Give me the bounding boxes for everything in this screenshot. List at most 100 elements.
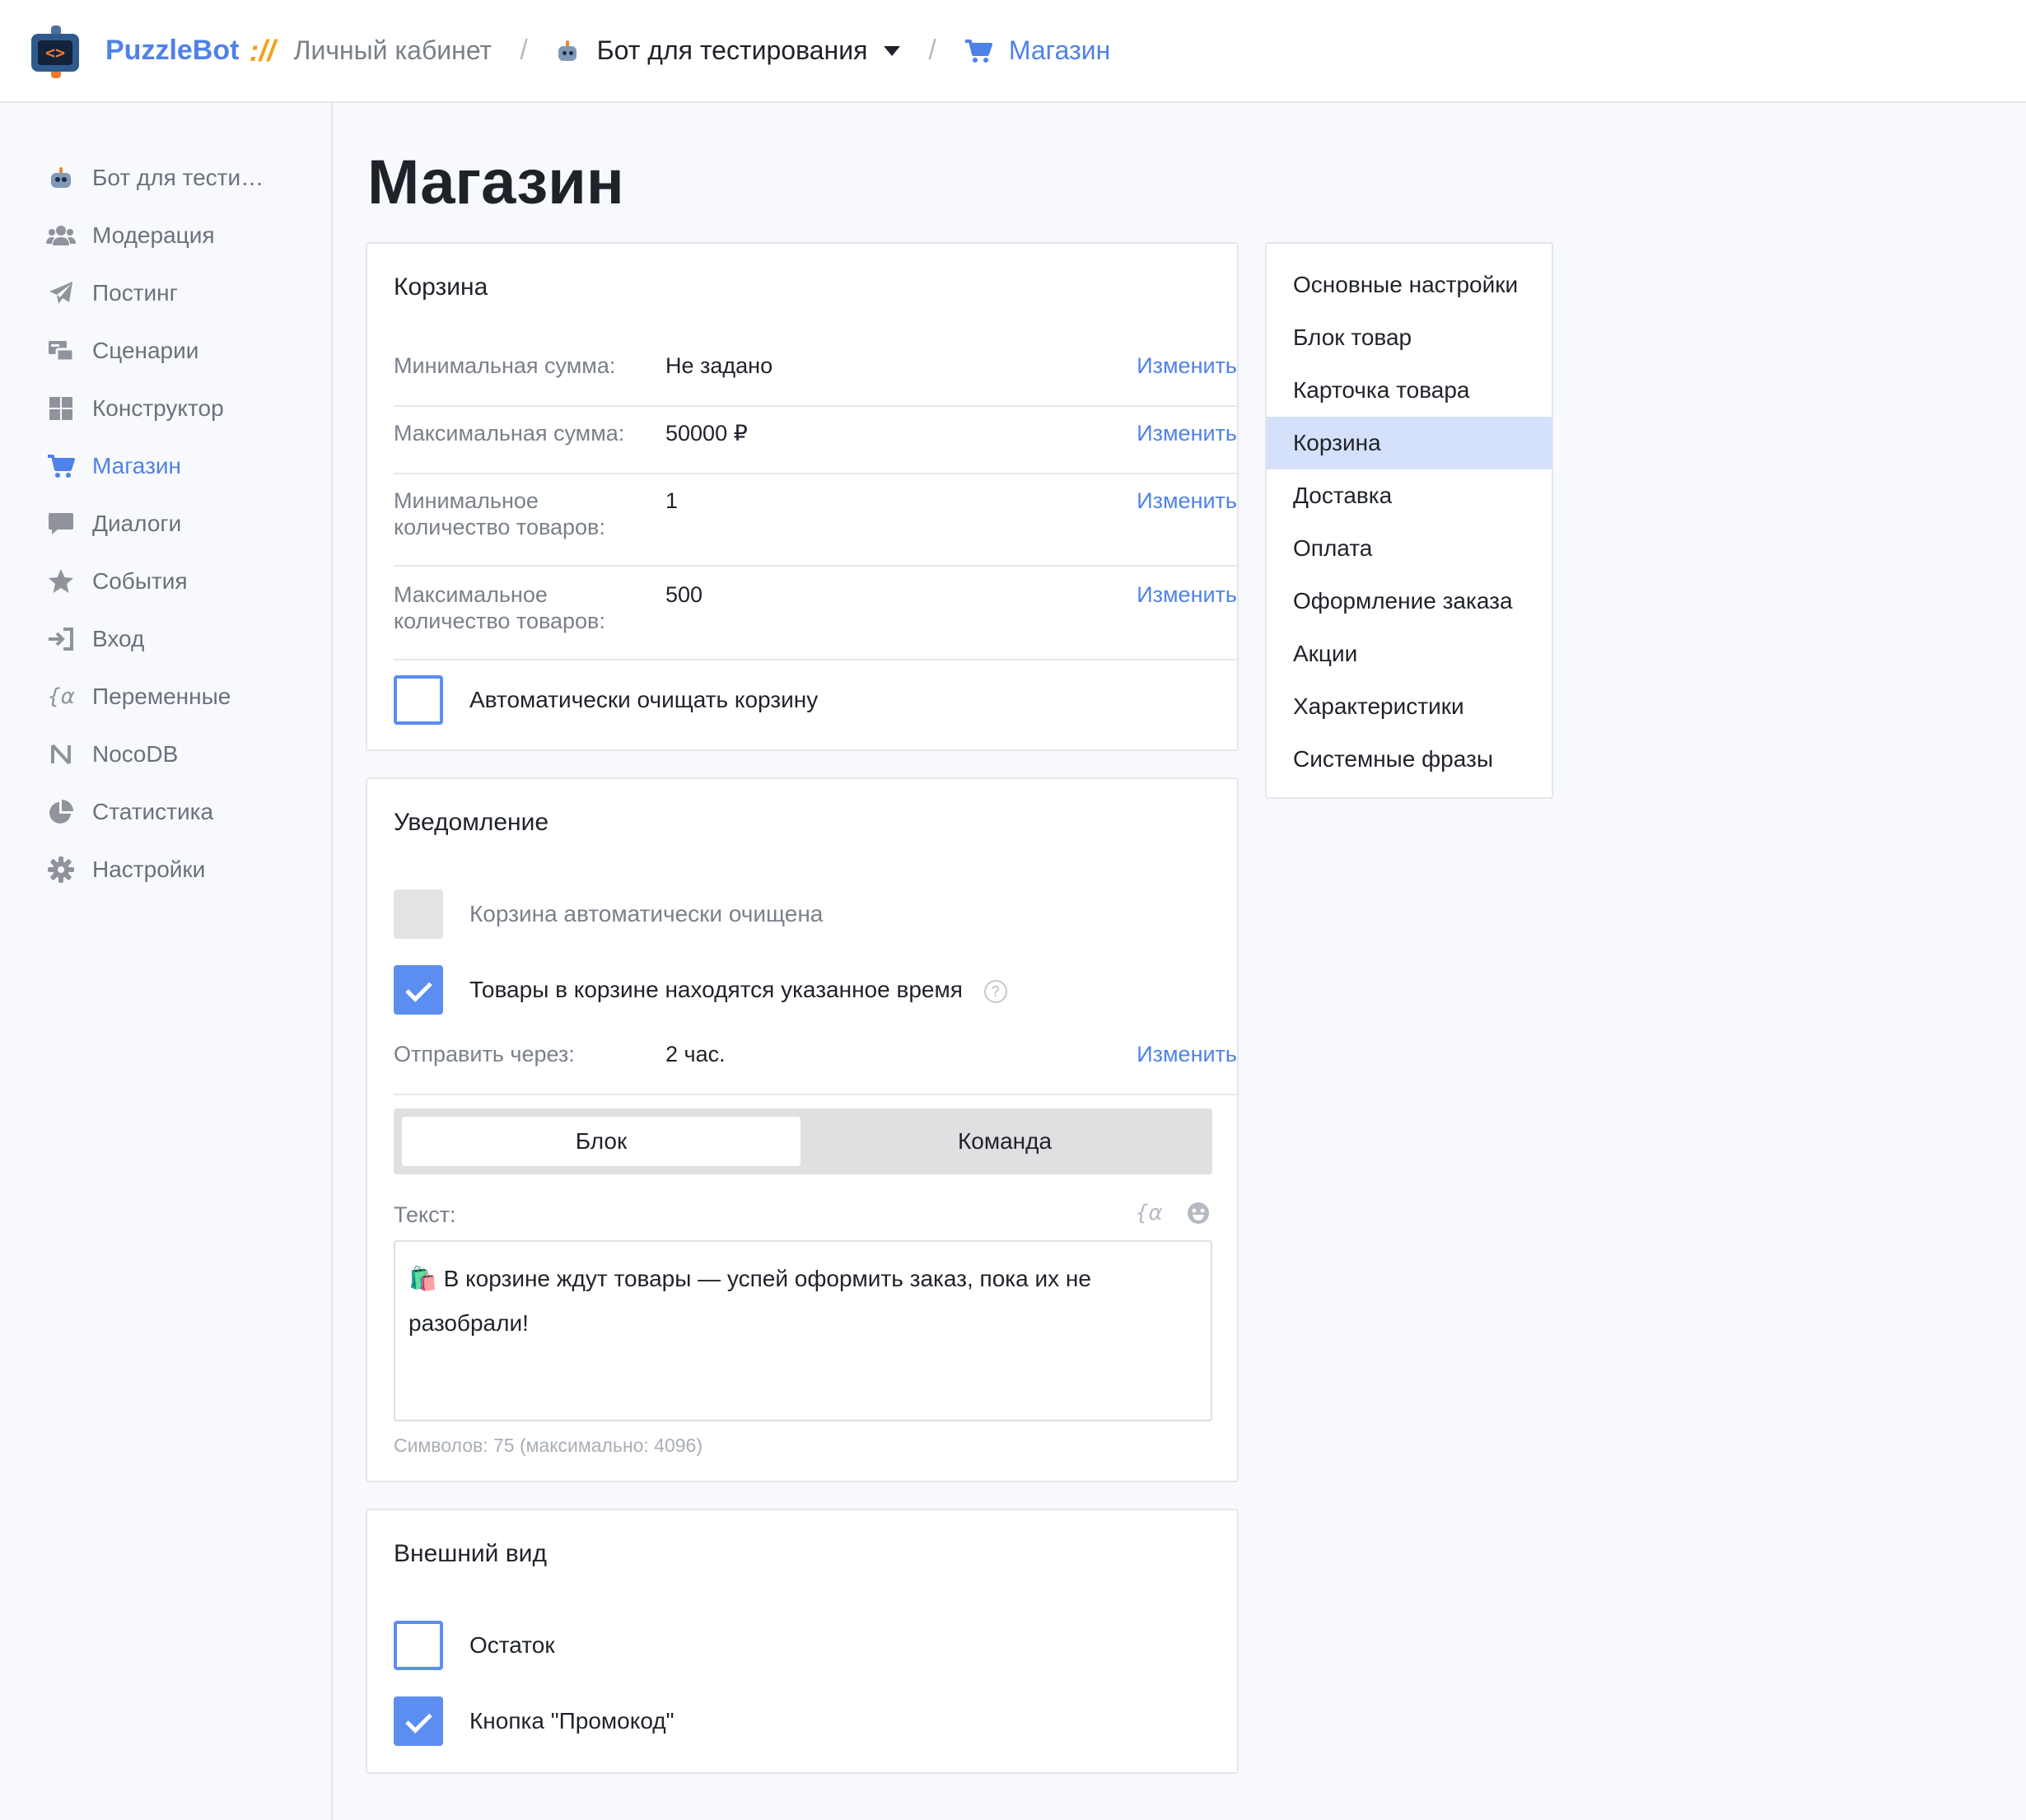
auto-clear-label: Автоматически очищать корзину bbox=[469, 687, 819, 712]
chat-icon bbox=[46, 509, 76, 539]
text-field-label: Текст: bbox=[394, 1202, 456, 1227]
breadcrumb-shop-label: Магазин bbox=[1008, 35, 1111, 65]
min-qty-edit-link[interactable]: Изменить bbox=[1137, 488, 1237, 514]
cart-cleared-checkbox bbox=[394, 889, 443, 939]
text-tools: {α bbox=[1135, 1201, 1211, 1225]
nav-item-delivery[interactable]: Доставка bbox=[1267, 469, 1552, 522]
brand-separator: :// bbox=[249, 33, 276, 68]
caret-down-icon bbox=[884, 45, 901, 56]
shop-settings-nav: Основные настройки Блок товар Карточка т… bbox=[1265, 242, 1553, 799]
pie-chart-icon bbox=[46, 797, 76, 827]
segment-command-button[interactable]: Команда bbox=[805, 1117, 1204, 1166]
top-bar: <> PuzzleBot :// Личный кабинет / Бот дл… bbox=[0, 0, 2026, 103]
sidebar-item-dialogs[interactable]: Диалоги bbox=[46, 503, 181, 544]
max-qty-edit-link[interactable]: Изменить bbox=[1137, 581, 1237, 608]
promo-button-checkbox[interactable] bbox=[394, 1696, 443, 1746]
send-after-edit-link[interactable]: Изменить bbox=[1137, 1041, 1237, 1067]
nav-item-checkout[interactable]: Оформление заказа bbox=[1267, 575, 1552, 628]
max-qty-row: Максимальное количество товаров: 500 Изм… bbox=[394, 581, 1237, 660]
sidebar-item-bot[interactable]: Бот для тести… bbox=[46, 157, 264, 198]
star-icon bbox=[46, 567, 76, 596]
block-command-toggle: Блок Команда bbox=[394, 1108, 1212, 1174]
notification-card: Уведомление Корзина автоматически очищен… bbox=[366, 777, 1239, 1482]
nav-item-product-card[interactable]: Карточка товара bbox=[1267, 364, 1552, 417]
sidebar-item-events[interactable]: События bbox=[46, 561, 188, 602]
rest-checkbox[interactable] bbox=[394, 1621, 443, 1670]
nav-item-promotions[interactable]: Акции bbox=[1267, 628, 1552, 680]
nav-item-characteristics[interactable]: Характеристики bbox=[1267, 680, 1552, 733]
max-qty-label: Максимальное количество товаров: bbox=[394, 582, 605, 633]
page-title: Магазин bbox=[367, 147, 624, 217]
sidebar-item-scenarios[interactable]: Сценарии bbox=[46, 330, 198, 371]
send-after-label: Отправить через: bbox=[394, 1042, 575, 1066]
min-qty-label: Минимальное количество товаров: bbox=[394, 488, 605, 539]
breadcrumb-divider: / bbox=[520, 35, 528, 66]
nav-item-main-settings[interactable]: Основные настройки bbox=[1267, 259, 1552, 311]
bot-icon bbox=[46, 163, 76, 193]
sidebar-item-posting[interactable]: Постинг bbox=[46, 273, 178, 314]
bot-icon bbox=[556, 40, 579, 63]
cart-cleared-label: Корзина автоматически очищена bbox=[469, 901, 824, 926]
variable-icon: {α bbox=[47, 684, 75, 709]
message-textarea[interactable]: 🛍️ В корзине ждут товары — успей оформит… bbox=[394, 1240, 1212, 1421]
puzzlebot-logo-icon[interactable]: <> bbox=[30, 25, 81, 78]
emoji-icon[interactable] bbox=[1186, 1201, 1211, 1225]
breadcrumb-cabinet[interactable]: Личный кабинет bbox=[293, 35, 492, 66]
scenarios-icon bbox=[46, 336, 76, 366]
min-sum-edit-link[interactable]: Изменить bbox=[1137, 352, 1237, 379]
cart-card-title: Корзина bbox=[394, 273, 488, 301]
message-text-line-2: разобрали! bbox=[408, 1310, 529, 1336]
promo-button-label: Кнопка "Промокод" bbox=[469, 1708, 675, 1734]
breadcrumb-divider: / bbox=[928, 35, 936, 66]
items-time-label: Товары в корзине находятся указанное вре… bbox=[469, 976, 1007, 1004]
nav-item-cart[interactable]: Корзина bbox=[1267, 417, 1552, 469]
message-text-line-1: 🛍️ В корзине ждут товары — успей оформит… bbox=[408, 1266, 1091, 1291]
items-time-checkbox[interactable] bbox=[394, 965, 443, 1015]
grid-icon bbox=[46, 394, 76, 423]
nav-item-system-phrases[interactable]: Системные фразы bbox=[1267, 733, 1552, 786]
variable-icon[interactable]: {α bbox=[1135, 1201, 1163, 1225]
max-sum-value: 50000 ₽ bbox=[665, 421, 748, 446]
send-after-value: 2 час. bbox=[665, 1042, 726, 1066]
nav-item-payment[interactable]: Оплата bbox=[1267, 522, 1552, 575]
min-sum-row: Минимальная сумма: Не задано Изменить bbox=[394, 352, 1237, 407]
max-sum-edit-link[interactable]: Изменить bbox=[1137, 420, 1237, 446]
users-icon bbox=[46, 221, 76, 250]
help-icon[interactable]: ? bbox=[983, 979, 1007, 1003]
appearance-card-title: Внешний вид bbox=[394, 1540, 547, 1567]
breadcrumb-bot-dropdown[interactable]: Бот для тестирования bbox=[556, 35, 901, 66]
cart-icon bbox=[964, 39, 992, 63]
brand-name[interactable]: PuzzleBot bbox=[105, 35, 239, 67]
sidebar-item-constructor[interactable]: Конструктор bbox=[46, 388, 224, 429]
notification-card-title: Уведомление bbox=[394, 809, 549, 836]
auto-clear-checkbox[interactable] bbox=[394, 675, 443, 725]
rest-label: Остаток bbox=[469, 1632, 555, 1658]
cart-settings-card: Корзина Минимальная сумма: Не задано Изм… bbox=[366, 242, 1239, 751]
sidebar-item-moderation[interactable]: Модерация bbox=[46, 215, 215, 256]
segment-block-button[interactable]: Блок bbox=[402, 1117, 801, 1166]
breadcrumb-bot-label: Бот для тестирования bbox=[596, 35, 868, 65]
max-qty-value: 500 bbox=[665, 582, 703, 607]
sign-in-icon bbox=[46, 624, 76, 654]
min-sum-label: Минимальная сумма: bbox=[394, 353, 616, 378]
sidebar-item-nocodb[interactable]: NocoDB bbox=[46, 734, 178, 775]
send-after-row: Отправить через: 2 час. Изменить bbox=[394, 1041, 1237, 1095]
sidebar-item-settings[interactable]: Настройки bbox=[46, 849, 205, 890]
cart-icon bbox=[46, 451, 76, 481]
max-sum-row: Максимальная сумма: 50000 ₽ Изменить bbox=[394, 420, 1237, 474]
nocodb-icon bbox=[46, 740, 76, 769]
sidebar-item-shop[interactable]: Магазин bbox=[46, 446, 181, 487]
paper-plane-icon bbox=[46, 278, 76, 308]
char-counter: Символов: 75 (максимально: 4096) bbox=[394, 1435, 703, 1456]
sidebar-item-login[interactable]: Вход bbox=[46, 618, 144, 660]
min-qty-value: 1 bbox=[665, 488, 679, 513]
sidebar: Бот для тести… Модерация Постинг Сценари… bbox=[0, 103, 333, 1820]
breadcrumb-shop[interactable]: Магазин bbox=[964, 35, 1110, 66]
sidebar-item-variables[interactable]: {α Переменные bbox=[46, 676, 231, 717]
min-sum-value: Не задано bbox=[665, 353, 773, 378]
sidebar-item-statistics[interactable]: Статистика bbox=[46, 791, 213, 833]
appearance-card: Внешний вид Остаток Кнопка "Промокод" bbox=[366, 1509, 1239, 1774]
min-qty-row: Минимальное количество товаров: 1 Измени… bbox=[394, 488, 1237, 567]
max-sum-label: Максимальная сумма: bbox=[394, 421, 625, 446]
nav-item-product-block[interactable]: Блок товар bbox=[1267, 311, 1552, 364]
